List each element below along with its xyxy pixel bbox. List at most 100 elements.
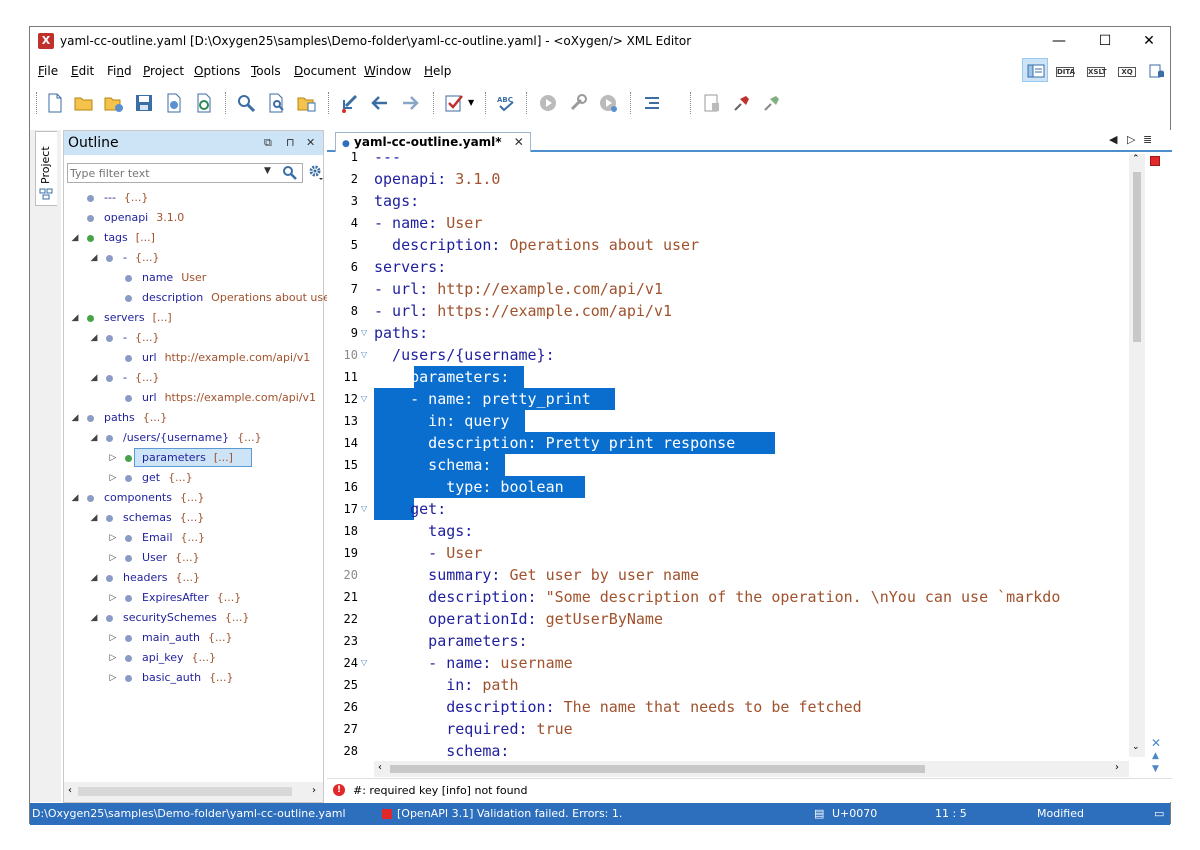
back-arrow-icon[interactable] bbox=[370, 93, 390, 113]
outline-tree-node[interactable]: url https://example.com/api/v1 bbox=[64, 388, 322, 408]
outline-tree-node[interactable]: ◢ servers [...] bbox=[64, 308, 322, 328]
expanded-twisty-icon[interactable]: ◢ bbox=[89, 568, 99, 588]
find-in-files-icon[interactable] bbox=[267, 93, 287, 113]
go-to-last-modification-icon[interactable] bbox=[340, 93, 360, 113]
outline-tree-node[interactable]: ▷ Email {...} bbox=[64, 528, 322, 548]
editor-hscroll-thumb[interactable] bbox=[390, 765, 925, 773]
open-folder-icon[interactable] bbox=[74, 93, 94, 113]
close-window-button[interactable]: ✕ bbox=[1126, 27, 1172, 56]
tab-scroll-left-icon[interactable]: ◀ bbox=[1109, 133, 1117, 146]
tab-list-icon[interactable]: ≣ bbox=[1143, 133, 1152, 146]
outline-scroll-thumb[interactable] bbox=[78, 787, 292, 796]
tab-scroll-right-icon[interactable]: ▷ bbox=[1127, 133, 1135, 146]
save-to-url-icon[interactable] bbox=[164, 93, 184, 113]
outline-tree-node[interactable]: ◢ components {...} bbox=[64, 488, 322, 508]
maximize-button[interactable]: ☐ bbox=[1082, 27, 1128, 56]
menu-document[interactable]: Document bbox=[294, 64, 356, 78]
editor-perspective-button[interactable] bbox=[1022, 58, 1048, 82]
scroll-down-icon[interactable]: ⌄ bbox=[1132, 742, 1140, 752]
outline-tree-node[interactable]: ▷ get {...} bbox=[64, 468, 322, 488]
next-error-icon[interactable]: ▼ bbox=[1152, 764, 1159, 774]
editor-vscroll-thumb[interactable] bbox=[1133, 172, 1141, 342]
previous-error-icon[interactable]: ▲ bbox=[1152, 751, 1159, 761]
float-view-button[interactable]: ⧉ bbox=[264, 136, 272, 150]
configure-transformation-icon[interactable] bbox=[568, 93, 588, 113]
outline-filter-input[interactable] bbox=[70, 165, 260, 181]
new-file-icon[interactable] bbox=[45, 93, 65, 113]
collapsed-twisty-icon[interactable]: ▷ bbox=[108, 528, 118, 548]
validate-icon[interactable] bbox=[444, 93, 464, 113]
expanded-twisty-icon[interactable]: ◢ bbox=[89, 248, 99, 268]
outline-tree-node[interactable]: description Operations about user bbox=[64, 288, 334, 308]
expanded-twisty-icon[interactable]: ◢ bbox=[89, 368, 99, 388]
fold-toggle-icon[interactable]: ▽ bbox=[361, 388, 371, 410]
outline-tree-node[interactable]: ▷ ExpiresAfter {...} bbox=[64, 588, 322, 608]
project-view-tab[interactable]: Project bbox=[35, 131, 57, 206]
collapsed-twisty-icon[interactable]: ▷ bbox=[108, 668, 118, 688]
close-view-button[interactable]: ✕ bbox=[306, 136, 315, 149]
fold-toggle-icon[interactable]: ▽ bbox=[361, 344, 371, 366]
pin-view-button[interactable]: ⊓ bbox=[286, 136, 295, 149]
forward-arrow-icon[interactable] bbox=[400, 93, 420, 113]
error-marker[interactable] bbox=[1150, 156, 1160, 166]
database-perspective-button[interactable] bbox=[1143, 58, 1169, 82]
scroll-left-icon[interactable]: ‹ bbox=[68, 785, 72, 796]
outline-tree-node[interactable]: ▷ User {...} bbox=[64, 548, 322, 568]
outline-tree-node[interactable]: ◢ /users/{username} {...} bbox=[64, 428, 322, 448]
outline-tree-node[interactable]: ◢ headers {...} bbox=[64, 568, 322, 588]
expanded-twisty-icon[interactable]: ◢ bbox=[89, 608, 99, 628]
outline-tree-node[interactable]: name User bbox=[64, 268, 322, 288]
editor-tab[interactable]: ● yaml-cc-outline.yaml* ✕ bbox=[335, 132, 531, 152]
outline-tree-node[interactable]: ▷ api_key {...} bbox=[64, 648, 322, 668]
collapsed-twisty-icon[interactable]: ▷ bbox=[108, 548, 118, 568]
outline-tree-node[interactable]: ◢ schemas {...} bbox=[64, 508, 322, 528]
pin-green-icon[interactable] bbox=[762, 93, 782, 113]
filter-dropdown-icon[interactable]: ▼ bbox=[264, 166, 271, 176]
collapsed-twisty-icon[interactable]: ▷ bbox=[108, 448, 118, 468]
outline-tree-node[interactable]: ▷ parameters [...] bbox=[64, 448, 322, 468]
outline-tree-node[interactable]: url http://example.com/api/v1 bbox=[64, 348, 322, 368]
fold-toggle-icon[interactable]: ▽ bbox=[361, 498, 371, 520]
hscroll-right-icon[interactable]: › bbox=[1115, 762, 1119, 773]
expanded-twisty-icon[interactable]: ◢ bbox=[70, 488, 80, 508]
outline-tree-node[interactable]: ◢ - {...} bbox=[64, 368, 322, 388]
outline-tree-node[interactable]: ◢ paths {...} bbox=[64, 408, 322, 428]
format-indent-icon[interactable] bbox=[642, 93, 662, 113]
collapsed-twisty-icon[interactable]: ▷ bbox=[108, 588, 118, 608]
outline-tree-node[interactable]: ◢ - {...} bbox=[64, 248, 322, 268]
validate-dropdown-icon[interactable]: ▼ bbox=[468, 93, 478, 113]
expanded-twisty-icon[interactable]: ◢ bbox=[70, 308, 80, 328]
outline-tree-node[interactable]: ◢ tags [...] bbox=[64, 228, 322, 248]
outline-tree-node[interactable]: --- {...} bbox=[64, 188, 322, 208]
editor-vertical-scrollbar[interactable]: ⌃ ⌄ bbox=[1129, 154, 1145, 757]
search-icon[interactable] bbox=[282, 165, 298, 181]
menu-window[interactable]: Window bbox=[364, 64, 411, 78]
expanded-twisty-icon[interactable]: ◢ bbox=[89, 328, 99, 348]
editor-horizontal-scrollbar[interactable]: ‹ › bbox=[374, 761, 1129, 777]
expanded-twisty-icon[interactable]: ◢ bbox=[89, 508, 99, 528]
status-message-icon[interactable]: ▭ bbox=[1154, 807, 1164, 820]
xquery-perspective-button[interactable]: XQ bbox=[1113, 58, 1139, 82]
dita-perspective-button[interactable]: DITA bbox=[1051, 58, 1077, 82]
expanded-twisty-icon[interactable]: ◢ bbox=[89, 428, 99, 448]
menu-project[interactable]: Project bbox=[143, 64, 184, 78]
menu-options[interactable]: Options bbox=[194, 64, 240, 78]
problem-message[interactable]: #: required key [info] not found bbox=[353, 784, 528, 797]
find-icon[interactable] bbox=[236, 93, 256, 113]
clear-annotations-icon[interactable]: ✕ bbox=[1151, 736, 1161, 750]
open-url-icon[interactable] bbox=[104, 93, 124, 113]
scroll-right-icon[interactable]: › bbox=[312, 785, 316, 796]
outline-tree-node[interactable]: ◢ securitySchemes {...} bbox=[64, 608, 322, 628]
status-validation[interactable]: [OpenAPI 3.1] Validation failed. Errors:… bbox=[397, 807, 622, 820]
settings-gear-icon[interactable] bbox=[308, 164, 324, 180]
menu-edit[interactable]: Edit bbox=[71, 64, 94, 78]
expanded-twisty-icon[interactable]: ◢ bbox=[70, 408, 80, 428]
scroll-up-icon[interactable]: ⌃ bbox=[1132, 154, 1140, 164]
reload-icon[interactable] bbox=[194, 93, 214, 113]
pin-red-icon[interactable] bbox=[732, 93, 752, 113]
close-tab-button[interactable]: ✕ bbox=[514, 135, 524, 149]
menu-file[interactable]: File bbox=[38, 64, 58, 78]
collapsed-twisty-icon[interactable]: ▷ bbox=[108, 628, 118, 648]
debug-transformation-icon[interactable] bbox=[598, 93, 618, 113]
collapsed-twisty-icon[interactable]: ▷ bbox=[108, 648, 118, 668]
